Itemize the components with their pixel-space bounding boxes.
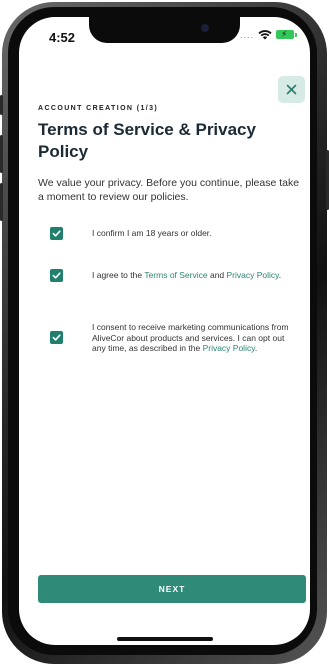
signal-dots-icon: .... — [239, 29, 254, 40]
checkmark-icon — [52, 334, 61, 341]
terms-consent-label: I agree to the Terms of Service and Priv… — [92, 270, 282, 281]
mute-switch — [0, 95, 3, 115]
status-indicators: .... ⚡ — [239, 29, 297, 40]
marketing-privacy-policy-link[interactable]: Privacy Policy — [203, 343, 255, 353]
terms-of-service-link[interactable]: Terms of Service — [144, 270, 207, 280]
page-title: Terms of Service & Privacy Policy — [38, 120, 256, 161]
step-label: ACCOUNT CREATION (1/3) — [38, 105, 159, 112]
close-button[interactable] — [278, 76, 305, 103]
app-screen: 4:52 .... ⚡ ACCOUNT CREATION (1/3) Terms… — [19, 17, 310, 645]
camera-icon — [201, 24, 209, 32]
checkmark-icon — [52, 230, 61, 237]
age-checkbox[interactable] — [50, 227, 63, 240]
marketing-consent-label: I consent to receive marketing communica… — [92, 322, 289, 353]
age-consent-label: I confirm I am 18 years or older. — [92, 228, 212, 239]
wifi-icon — [258, 30, 272, 40]
home-indicator[interactable] — [117, 637, 213, 641]
next-button[interactable]: NEXT — [38, 575, 306, 603]
consent-row-terms: I agree to the Terms of Service and Priv… — [50, 269, 305, 282]
consent-row-age: I confirm I am 18 years or older. — [50, 227, 305, 240]
marketing-checkbox[interactable] — [50, 331, 63, 345]
checkmark-icon — [52, 272, 61, 279]
terms-checkbox[interactable] — [50, 269, 63, 282]
privacy-policy-link[interactable]: Privacy Policy — [227, 270, 279, 280]
status-time: 4:52 — [49, 30, 76, 45]
battery-charging-icon: ⚡ — [276, 29, 297, 39]
intro-text: We value your privacy. Before you contin… — [38, 177, 300, 203]
consent-row-marketing: I consent to receive marketing communica… — [50, 322, 305, 354]
close-icon — [286, 84, 297, 95]
notch — [89, 17, 240, 43]
volume-down-button — [0, 183, 3, 221]
device-stage: 4:52 .... ⚡ ACCOUNT CREATION (1/3) Terms… — [0, 0, 329, 666]
volume-up-button — [0, 135, 3, 173]
